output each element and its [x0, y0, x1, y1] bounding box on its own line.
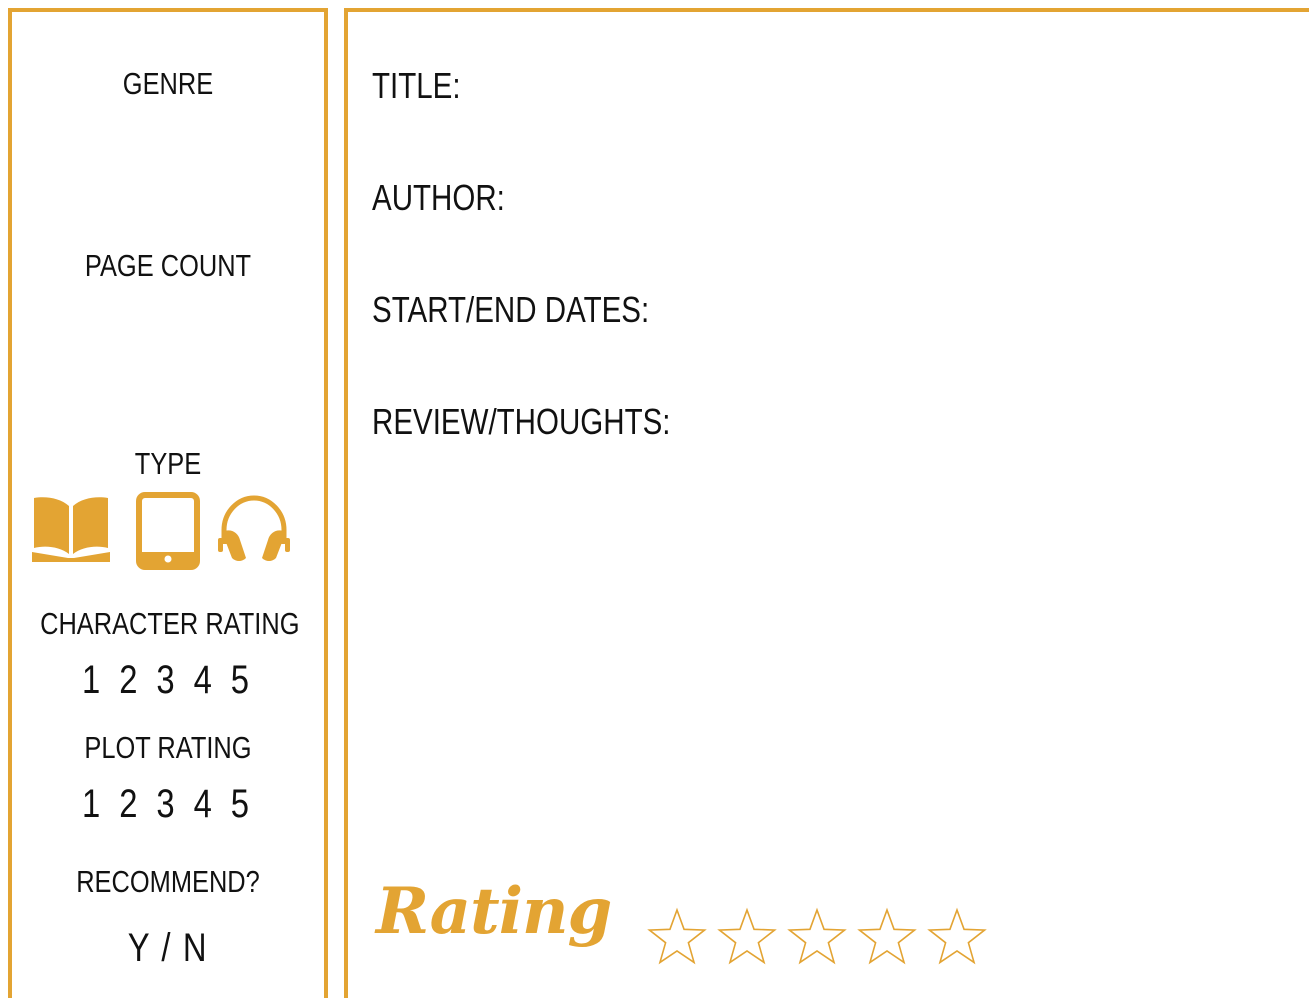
- author-field-label: AUTHOR:: [372, 177, 505, 218]
- star-icon[interactable]: [716, 906, 778, 968]
- overall-rating-row: Rating: [376, 880, 1276, 980]
- title-field-label: TITLE:: [372, 65, 461, 106]
- review-field-label: REVIEW/THOUGHTS:: [372, 401, 671, 442]
- left-info-panel: GENRE PAGE COUNT TYPE CHARACTER RATING 1…: [8, 8, 328, 998]
- dates-field-label: START/END DATES:: [372, 289, 650, 330]
- recommend-options[interactable]: Y / N: [40, 928, 296, 968]
- star-icon[interactable]: [856, 906, 918, 968]
- character-rating-scale[interactable]: 1 2 3 4 5: [40, 660, 296, 700]
- plot-rating-label: PLOT RATING: [84, 730, 252, 765]
- type-icon-group: [32, 492, 304, 570]
- star-icon[interactable]: [786, 906, 848, 968]
- recommend-label: RECOMMEND?: [76, 864, 260, 899]
- type-label: TYPE: [134, 446, 202, 481]
- headphones-icon[interactable]: [216, 492, 292, 564]
- rating-title: Rating: [376, 874, 612, 949]
- genre-label: GENRE: [122, 66, 214, 101]
- star-icon[interactable]: [926, 906, 988, 968]
- character-rating-label: CHARACTER RATING: [40, 606, 300, 641]
- page-count-label: PAGE COUNT: [84, 248, 252, 283]
- tablet-icon[interactable]: [136, 492, 200, 570]
- star-icon[interactable]: [646, 906, 708, 968]
- open-book-icon[interactable]: [32, 492, 110, 564]
- main-review-panel: TITLE: AUTHOR: START/END DATES: REVIEW/T…: [344, 8, 1309, 998]
- plot-rating-scale[interactable]: 1 2 3 4 5: [40, 784, 296, 824]
